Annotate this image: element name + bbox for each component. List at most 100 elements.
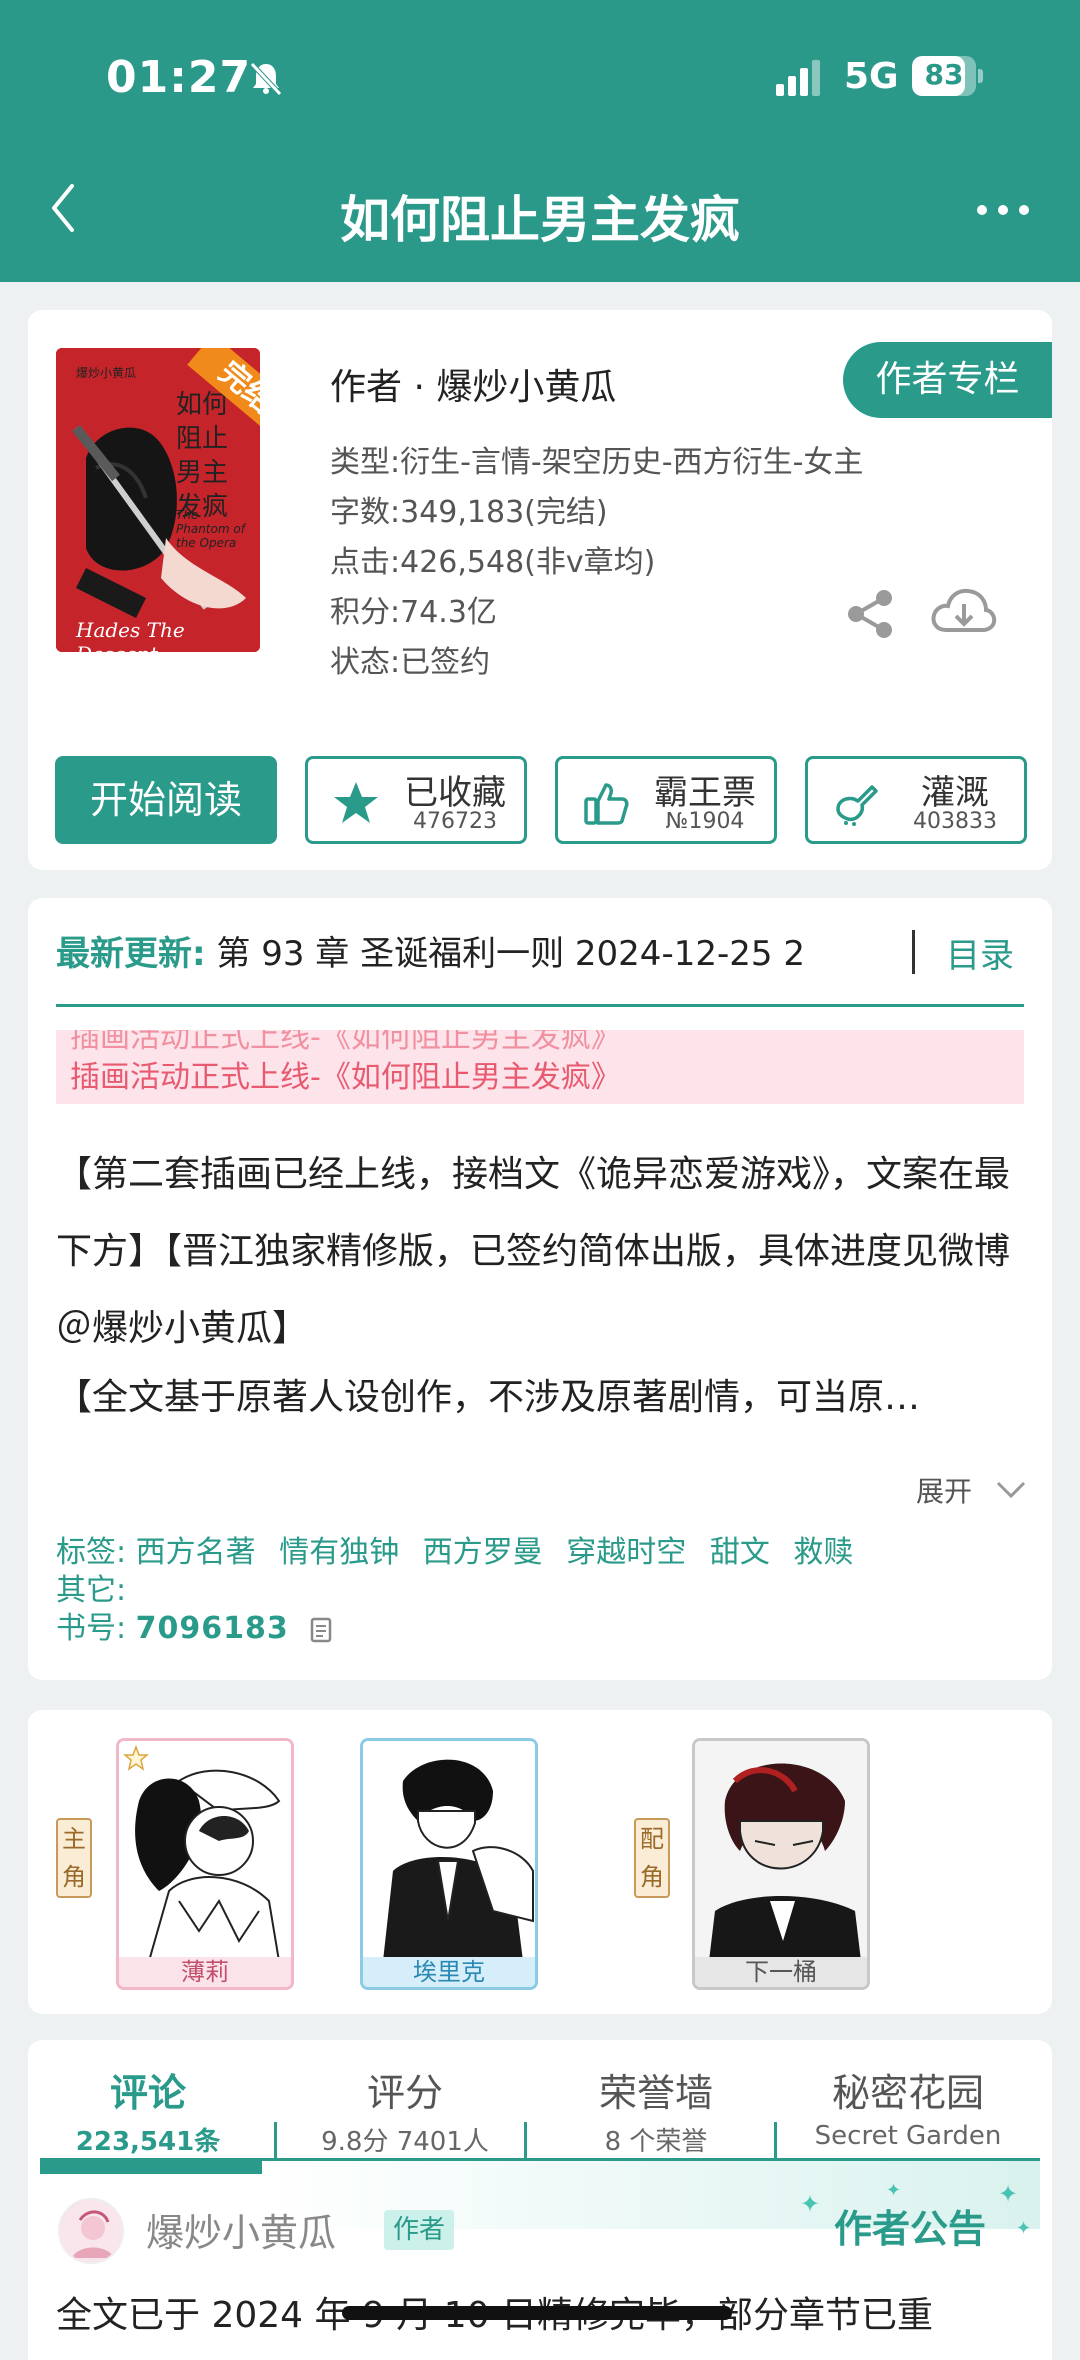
meta-score: 积分:74.3亿 — [330, 595, 497, 630]
app-header: 01:27 5G 83 如何阻止男主发疯 — [0, 0, 1080, 282]
star-icon — [334, 782, 378, 823]
status-time: 01:27 — [106, 52, 252, 103]
meta-clicks: 点击:426,548(非v章均) — [330, 545, 656, 580]
ticket-button[interactable]: 霸王票 №1904 — [555, 756, 777, 844]
description-paragraph-2: 【全文基于原著人设创作，不涉及原著剧情，可当原… — [56, 1377, 921, 1418]
other-label: 其它: — [56, 1573, 127, 1608]
character-portrait — [363, 1741, 535, 1961]
tag-item[interactable]: 穿越时空 — [566, 1535, 686, 1570]
character-portrait — [695, 1741, 867, 1961]
character-name: 埃里克 — [363, 1957, 535, 1987]
cover-title: 如何阻止男主发疯 — [176, 390, 229, 522]
water-button[interactable]: 灌溉 403833 — [805, 756, 1027, 844]
promo-banner[interactable]: 插画活动正式上线-《如何阻止男主发疯》 插画活动正式上线-《如何阻止男主发疯》 — [56, 1030, 1024, 1104]
meta-words: 字数:349,183(完结) — [330, 495, 608, 530]
latest-update-label: 最新更新: — [56, 934, 206, 974]
sparkle-icon: ✦ — [800, 2190, 821, 2218]
cover-subtitle: The Phantom of the Opera — [176, 508, 245, 550]
sparkle-icon: ✦ — [998, 2180, 1019, 2208]
signal-icon — [776, 60, 820, 96]
divider — [56, 1004, 1024, 1007]
book-info-card: 爆炒小黄瓜 如何阻止男主发疯 The Phantom of the Opera … — [28, 310, 1052, 870]
ticket-rank: №1904 — [665, 809, 745, 834]
poster-name[interactable]: 爆炒小黄瓜 — [146, 2202, 336, 2257]
collect-button[interactable]: 已收藏 476723 — [305, 756, 527, 844]
chevron-down-icon[interactable] — [994, 1474, 1028, 1504]
sparkle-icon: ✦ — [1016, 2218, 1032, 2239]
watering-can-icon — [836, 785, 878, 826]
tag-item[interactable]: 救赎 — [793, 1535, 853, 1570]
tag-section: 标签: 西方名著 情有独钟 西方罗曼 穿越时空 甜文 救赎 其它: 书号: 70… — [56, 1534, 867, 1648]
catalog-link[interactable]: 目录 — [946, 928, 1014, 977]
tab-rating[interactable]: 评分 9.8分 7401人 — [285, 2062, 525, 2158]
page-title: 如何阻止男主发疯 — [340, 191, 740, 249]
description-card: 最新更新: 第 93 章 圣诞福利一则 2024-12-25 2 目录 插画活动… — [28, 898, 1052, 1680]
star-badge-icon — [123, 1745, 149, 1771]
character-portrait — [119, 1741, 291, 1961]
collect-count: 476723 — [413, 809, 497, 834]
divider — [274, 2122, 277, 2158]
divider — [912, 930, 915, 974]
more-options-icon[interactable] — [968, 190, 1038, 230]
tab-subtitle: 9.8分 7401人 — [321, 2127, 489, 2157]
tab-subtitle: 223,541条 — [75, 2127, 221, 2157]
author-name[interactable]: 作者 · 爆炒小黄瓜 — [330, 358, 616, 410]
meta-status: 状态:已签约 — [330, 645, 491, 680]
tags-label: 标签: — [56, 1535, 127, 1570]
tab-subtitle: Secret Garden — [814, 2121, 1002, 2151]
avatar[interactable] — [58, 2198, 124, 2264]
book-id-value: 7096183 — [135, 1611, 289, 1646]
ticket-label: 霸王票 — [654, 773, 756, 813]
tab-title: 评分 — [366, 2071, 443, 2115]
characters-card: 主角 薄莉 埃里克 配角 下一桶 — [28, 1710, 1052, 2014]
nav-bar: 如何阻止男主发疯 — [0, 160, 1080, 260]
tag-item[interactable]: 情有独钟 — [279, 1535, 399, 1570]
meta-genre: 类型:衍生-言情-架空历史-西方衍生-女主 — [330, 445, 864, 480]
share-icon[interactable] — [842, 586, 898, 642]
tag-item[interactable]: 西方名著 — [136, 1535, 256, 1570]
network-type: 5G — [844, 56, 899, 97]
tab-title: 秘密花园 — [831, 2071, 984, 2115]
battery-indicator: 83 — [912, 56, 984, 96]
latest-update[interactable]: 最新更新: 第 93 章 圣诞福利一则 2024-12-25 2 — [56, 926, 1036, 982]
collect-label: 已收藏 — [404, 773, 506, 813]
character-card[interactable]: 埃里克 — [360, 1738, 538, 1990]
cloud-download-icon[interactable] — [928, 582, 998, 642]
character-name: 薄莉 — [119, 1957, 291, 1987]
character-card[interactable]: 薄莉 — [116, 1738, 294, 1990]
expand-button[interactable]: 展开 — [916, 1470, 972, 1510]
latest-update-text: 第 93 章 圣诞福利一则 2024-12-25 2 — [216, 934, 805, 974]
tab-title: 荣誉墙 — [598, 2071, 713, 2115]
bell-muted-icon — [250, 62, 282, 96]
water-count: 403833 — [913, 809, 997, 834]
cover-author-small: 爆炒小黄瓜 — [76, 366, 137, 380]
divider — [524, 2122, 527, 2158]
tab-secret-garden[interactable]: 秘密花园 Secret Garden — [788, 2062, 1028, 2151]
notice-title: 作者公告 — [834, 2207, 987, 2251]
tab-title: 评论 — [109, 2071, 186, 2115]
description-paragraph: 【第二套插画已经上线，接档文《诡异恋爱游戏》，文案在最下方】【晋江独家精修版，已… — [56, 1154, 1011, 1349]
book-id-label: 书号: — [56, 1611, 127, 1646]
thumbs-up-icon — [584, 783, 629, 825]
status-bar: 01:27 5G 83 — [0, 40, 1080, 120]
author-column-button[interactable]: 作者专栏 — [843, 342, 1052, 418]
support-role-tag: 配角 — [634, 1818, 670, 1898]
book-cover[interactable]: 爆炒小黄瓜 如何阻止男主发疯 The Phantom of the Opera … — [56, 348, 260, 652]
tab-honor-wall[interactable]: 荣誉墙 8 个荣誉 — [536, 2062, 776, 2158]
copy-icon[interactable] — [308, 1615, 336, 1645]
home-indicator[interactable] — [342, 2306, 732, 2320]
author-badge: 作者 — [384, 2210, 454, 2250]
book-meta: 类型:衍生-言情-架空历史-西方衍生-女主 字数:349,183(完结) 点击:… — [330, 438, 863, 688]
divider — [774, 2122, 777, 2158]
tag-item[interactable]: 西方罗曼 — [423, 1535, 543, 1570]
tab-comments[interactable]: 评论 223,541条 — [28, 2062, 268, 2158]
lead-role-tag: 主角 — [56, 1818, 92, 1898]
tag-item[interactable]: 甜文 — [710, 1535, 770, 1570]
banner-text: 插画活动正式上线-《如何阻止男主发疯》 — [70, 1060, 621, 1095]
character-card[interactable]: 下一桶 — [692, 1738, 870, 1990]
battery-level: 83 — [924, 58, 964, 91]
tab-subtitle: 8 个荣誉 — [604, 2127, 708, 2157]
water-label: 灌溉 — [921, 773, 989, 813]
cover-footer: Hades The Descent — [76, 618, 185, 652]
start-reading-button[interactable]: 开始阅读 — [55, 756, 277, 844]
